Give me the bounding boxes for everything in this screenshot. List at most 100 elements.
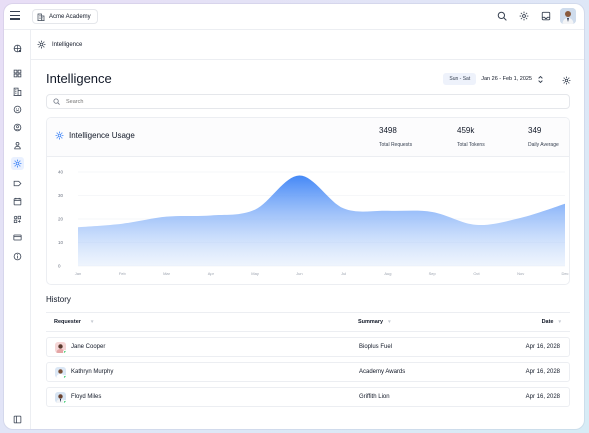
globe-icon[interactable] — [11, 42, 24, 55]
metric-daily-average: 349 Daily Average — [528, 126, 559, 148]
table-row[interactable]: Kathryn Murphy Academy Awards Apr 16, 20… — [46, 362, 570, 382]
summary-cell: Academy Awards — [359, 369, 406, 375]
user-icon[interactable] — [11, 139, 24, 152]
x-tick-label: Apr — [208, 271, 215, 276]
x-tick-label: Nov — [517, 271, 524, 276]
column-requester[interactable]: Requester ▾ — [54, 319, 93, 325]
date-cell: Apr 16, 2028 — [525, 344, 560, 350]
intelligence-icon — [37, 40, 46, 49]
usage-title: Intelligence Usage — [55, 131, 135, 140]
chevron-updown-icon[interactable] — [537, 75, 544, 84]
date-cell: Apr 16, 2028 — [525, 369, 560, 375]
metric-label: Total Tokens — [457, 142, 485, 148]
date-range-picker[interactable]: Sun - Sat Jan 26 - Feb 1, 2025 — [443, 73, 544, 85]
avatar — [55, 366, 66, 378]
metric-value: 459k — [457, 126, 475, 135]
building-icon[interactable] — [11, 85, 24, 98]
metric-value: 3498 — [379, 126, 397, 135]
column-label: Requester — [54, 319, 81, 325]
summary-cell: Bioplus Fuel — [359, 344, 393, 350]
x-tick-label: May — [251, 271, 259, 276]
metric-label: Total Requests — [379, 142, 413, 148]
y-tick-label: 40 — [58, 170, 64, 175]
tag-icon[interactable] — [11, 177, 24, 190]
smile-icon[interactable] — [11, 103, 24, 116]
building-icon — [37, 13, 45, 21]
dashboard-icon[interactable] — [11, 67, 24, 80]
summary-cell: Griffith Lion — [359, 394, 390, 400]
menu-icon[interactable] — [10, 11, 20, 21]
info-icon[interactable] — [11, 250, 24, 263]
metric-total-tokens: 459k Total Tokens — [457, 126, 485, 148]
page-settings-button[interactable] — [560, 74, 572, 86]
avatar[interactable] — [560, 8, 576, 24]
x-tick-label: Aug — [384, 271, 391, 276]
search-icon — [53, 98, 60, 105]
y-tick-label: 10 — [58, 240, 64, 245]
page-title: Intelligence — [46, 71, 112, 86]
table-row[interactable]: Jane Cooper Bioplus Fuel Apr 16, 2028 — [46, 337, 570, 357]
top-bar: Acme Academy — [4, 4, 584, 30]
date-cell: Apr 16, 2028 — [525, 394, 560, 400]
gear-icon — [562, 76, 570, 84]
intelligence-icon[interactable] — [11, 157, 24, 170]
usage-area — [78, 175, 565, 266]
x-tick-label: Sep — [429, 271, 437, 276]
column-label: Date — [541, 319, 554, 325]
requester-name: Floyd Miles — [71, 394, 102, 400]
search-input[interactable] — [66, 98, 546, 105]
intelligence-icon — [55, 131, 64, 140]
sidebar — [4, 30, 31, 429]
y-tick-label: 20 — [58, 217, 64, 222]
card-icon[interactable] — [11, 231, 24, 244]
x-tick-label: Mar — [163, 271, 171, 276]
x-tick-label: Feb — [119, 271, 127, 276]
sort-icon[interactable]: ▾ — [91, 319, 94, 325]
metric-total-requests: 3498 Total Requests — [379, 126, 412, 148]
column-label: Summary — [358, 319, 384, 325]
column-date[interactable]: Date ▾ — [542, 319, 561, 325]
x-tick-label: Oct — [473, 271, 480, 276]
search-icon — [497, 11, 507, 21]
sort-icon[interactable]: ▾ — [388, 319, 391, 325]
avatar — [55, 341, 66, 353]
x-tick-label: Dec — [561, 271, 568, 276]
usage-chart: 0 10 20 30 40 Jan Feb Mar Apr May Jun Jul Aug Sep Oct… — [58, 170, 569, 277]
column-summary[interactable]: Summary ▾ — [358, 319, 391, 325]
usage-title-text: Intelligence Usage — [69, 131, 135, 140]
usage-card-header: Intelligence Usage 3498 Total Requests 4… — [47, 118, 569, 157]
usage-card: Intelligence Usage 3498 Total Requests 4… — [46, 117, 570, 285]
breadcrumb-label: Intelligence — [52, 41, 83, 48]
app-window: Acme Academy Intelligence Intelligence S… — [4, 4, 584, 429]
table-row[interactable]: Floyd Miles Griffith Lion Apr 16, 2028 — [46, 387, 570, 407]
y-tick-label: 30 — [58, 193, 64, 198]
collapse-sidebar-icon[interactable] — [11, 413, 24, 426]
week-badge[interactable]: Sun - Sat — [443, 73, 477, 85]
gear-icon — [519, 11, 529, 21]
search-button[interactable] — [494, 8, 510, 24]
y-tick-label: 0 — [58, 264, 61, 269]
date-range-label[interactable]: Jan 26 - Feb 1, 2025 — [481, 76, 532, 82]
breadcrumb: Intelligence — [31, 30, 584, 60]
x-tick-label: Jun — [296, 271, 302, 276]
table-header: Requester ▾ Summary ▾ Date ▾ — [46, 312, 570, 332]
inbox-icon — [541, 11, 551, 21]
metric-label: Daily Average — [528, 142, 559, 148]
inbox-button[interactable] — [538, 8, 554, 24]
calendar-icon[interactable] — [11, 195, 24, 208]
history-title: History — [46, 295, 71, 304]
metric-value: 349 — [528, 126, 542, 135]
requester-name: Kathryn Murphy — [71, 369, 114, 375]
x-tick-label: Jan — [75, 271, 81, 276]
search-bar[interactable] — [46, 94, 570, 109]
requester-name: Jane Cooper — [71, 344, 106, 350]
settings-button[interactable] — [516, 8, 532, 24]
history-table: Requester ▾ Summary ▾ Date ▾ Jane Cooper Bi… — [46, 312, 570, 407]
apps-icon[interactable] — [11, 213, 24, 226]
avatar — [55, 391, 66, 403]
x-tick-label: Jul — [341, 271, 346, 276]
sort-icon[interactable]: ▾ — [558, 319, 561, 325]
user-circle-icon[interactable] — [11, 121, 24, 134]
org-name: Acme Academy — [49, 13, 91, 20]
org-switcher[interactable]: Acme Academy — [32, 9, 98, 24]
